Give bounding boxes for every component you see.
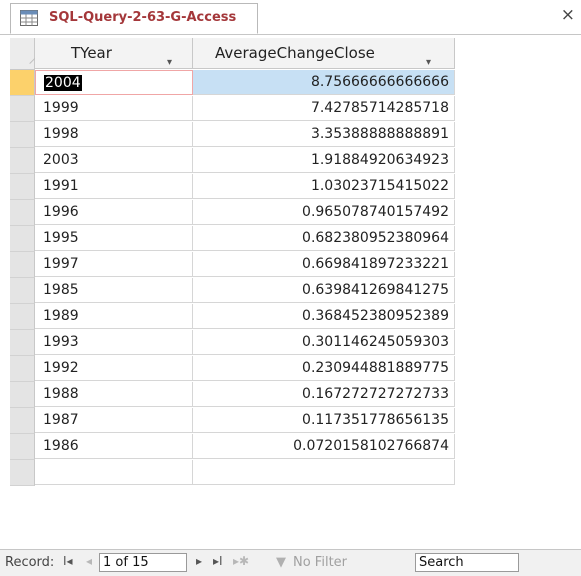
record-selector[interactable]	[10, 200, 35, 226]
previous-record-icon[interactable]: ◂	[86, 554, 92, 568]
cell-tyear[interactable]: 1996	[35, 200, 193, 225]
table-row[interactable]: 1996 0.965078740157492	[10, 200, 581, 226]
column-header-tyear[interactable]: TYear ▾	[35, 38, 193, 69]
cell-tyear[interactable]: 1985	[35, 278, 193, 303]
cell-tyear[interactable]: 1988	[35, 382, 193, 407]
record-selector[interactable]	[10, 226, 35, 252]
table-row[interactable]: 1992 0.230944881889775	[10, 356, 581, 382]
no-filter-label[interactable]: No Filter	[293, 555, 347, 570]
cell-tyear[interactable]: 1999	[35, 96, 193, 121]
datasheet-grid: TYear ▾ AverageChangeClose ▾ 2004 8.7566…	[10, 38, 581, 522]
record-selector[interactable]	[10, 96, 35, 122]
cell-tyear[interactable]: 1995	[35, 226, 193, 251]
cell-tyear[interactable]: 1998	[35, 122, 193, 147]
cell-tyear[interactable]: 1997	[35, 252, 193, 277]
column-header-averagechangeclose[interactable]: AverageChangeClose ▾	[193, 38, 455, 69]
cell-tyear[interactable]: 1989	[35, 304, 193, 329]
record-selector[interactable]	[10, 460, 35, 486]
record-selector[interactable]	[10, 382, 35, 408]
cell-averagechangeclose[interactable]: 7.42785714285718	[193, 96, 455, 121]
cell-averagechangeclose[interactable]: 0.0720158102766874	[193, 434, 455, 459]
cell-averagechangeclose[interactable]: 1.91884920634923	[193, 148, 455, 173]
record-selector[interactable]	[10, 122, 35, 148]
table-row[interactable]: 1995 0.682380952380964	[10, 226, 581, 252]
last-record-icon[interactable]: ▸I	[213, 554, 223, 568]
cell-tyear[interactable]: 1992	[35, 356, 193, 381]
tab-query[interactable]: SQL-Query-2-63-G-Access	[10, 3, 258, 34]
cell-averagechangeclose[interactable]: 3.35388888888891	[193, 122, 455, 147]
record-selector[interactable]	[10, 408, 35, 434]
current-record-field[interactable]: 1 of 15	[99, 553, 187, 572]
record-label: Record:	[5, 555, 55, 570]
cell-tyear[interactable]: 2004	[35, 70, 193, 95]
record-selector[interactable]	[10, 148, 35, 174]
filter-icon[interactable]: ▼	[276, 555, 286, 570]
record-selector[interactable]	[10, 434, 35, 460]
record-navigation-bar: Record: I◂ ◂ 1 of 15 ▸ ▸I ▸✱ ▼ No Filter…	[0, 549, 581, 576]
close-icon[interactable]: ×	[561, 6, 575, 24]
column-header-label: AverageChangeClose	[215, 44, 375, 62]
table-row[interactable]: 1997 0.669841897233221	[10, 252, 581, 278]
search-input[interactable]: Search	[415, 553, 519, 572]
cell-averagechangeclose[interactable]: 0.965078740157492	[193, 200, 455, 225]
document-tab-bar: SQL-Query-2-63-G-Access ×	[0, 0, 581, 35]
record-selector[interactable]	[10, 356, 35, 382]
cell-averagechangeclose[interactable]: 0.301146245059303	[193, 330, 455, 355]
new-record-row[interactable]	[10, 460, 581, 486]
record-selector[interactable]	[10, 70, 35, 96]
cell-averagechangeclose[interactable]: 0.167272727272733	[193, 382, 455, 407]
new-record-icon[interactable]: ▸✱	[233, 554, 249, 568]
table-row[interactable]: 1989 0.368452380952389	[10, 304, 581, 330]
column-header-row: TYear ▾ AverageChangeClose ▾	[10, 38, 581, 70]
record-selector[interactable]	[10, 304, 35, 330]
table-row[interactable]: 1988 0.167272727272733	[10, 382, 581, 408]
cell-tyear[interactable]: 2003	[35, 148, 193, 173]
first-record-icon[interactable]: I◂	[63, 554, 73, 568]
table-row[interactable]: 1999 7.42785714285718	[10, 96, 581, 122]
tab-title: SQL-Query-2-63-G-Access	[49, 10, 237, 25]
query-datasheet-icon	[20, 10, 38, 26]
table-row[interactable]: 1991 1.03023715415022	[10, 174, 581, 200]
cell-tyear[interactable]: 1987	[35, 408, 193, 433]
cell-averagechangeclose[interactable]: 0.230944881889775	[193, 356, 455, 381]
table-row[interactable]: 1998 3.35388888888891	[10, 122, 581, 148]
table-row[interactable]: 1985 0.639841269841275	[10, 278, 581, 304]
cell-tyear[interactable]: 1993	[35, 330, 193, 355]
table-row[interactable]: 2003 1.91884920634923	[10, 148, 581, 174]
table-row[interactable]: 1987 0.117351778656135	[10, 408, 581, 434]
table-row[interactable]: 2004 8.75666666666666	[10, 70, 581, 96]
record-selector[interactable]	[10, 330, 35, 356]
record-selector[interactable]	[10, 174, 35, 200]
cell-averagechangeclose[interactable]: 0.682380952380964	[193, 226, 455, 251]
select-all-corner[interactable]	[10, 38, 35, 70]
cell-averagechangeclose[interactable]: 8.75666666666666	[193, 70, 455, 95]
table-row[interactable]: 1993 0.301146245059303	[10, 330, 581, 356]
record-selector[interactable]	[10, 252, 35, 278]
cell-averagechangeclose[interactable]	[193, 460, 455, 485]
cell-tyear[interactable]: 1991	[35, 174, 193, 199]
column-header-label: TYear	[71, 44, 112, 62]
cell-averagechangeclose[interactable]: 0.117351778656135	[193, 408, 455, 433]
cell-averagechangeclose[interactable]: 0.669841897233221	[193, 252, 455, 277]
next-record-icon[interactable]: ▸	[196, 554, 202, 568]
cell-averagechangeclose[interactable]: 0.368452380952389	[193, 304, 455, 329]
cell-averagechangeclose[interactable]: 1.03023715415022	[193, 174, 455, 199]
cell-averagechangeclose[interactable]: 0.639841269841275	[193, 278, 455, 303]
cell-tyear[interactable]: 1986	[35, 434, 193, 459]
record-selector[interactable]	[10, 278, 35, 304]
cell-tyear[interactable]	[35, 460, 193, 485]
table-row[interactable]: 1986 0.0720158102766874	[10, 434, 581, 460]
